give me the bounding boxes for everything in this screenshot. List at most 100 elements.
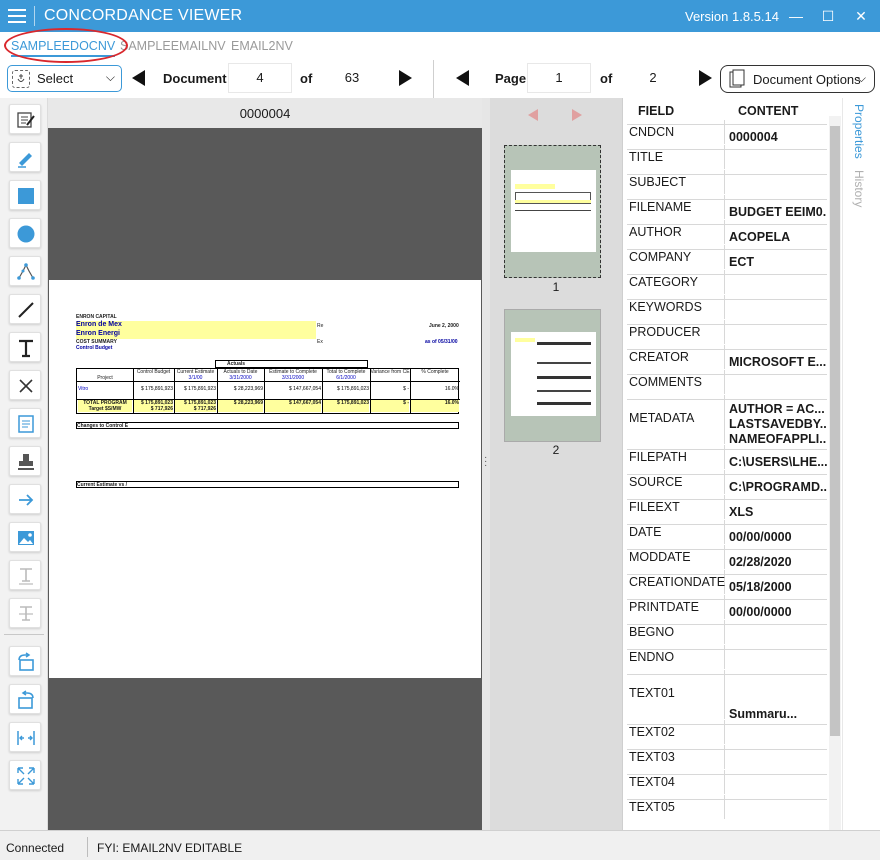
- document-viewer[interactable]: 0000004 ENRON CAPITAL Enron de Mex Enron…: [48, 98, 482, 830]
- note-icon[interactable]: [9, 408, 41, 438]
- properties-scrollbar[interactable]: [829, 116, 841, 830]
- property-field: CREATIONDATE: [629, 570, 725, 594]
- toolbar-separator: [433, 60, 434, 98]
- sheet-re: Re: [317, 323, 324, 329]
- property-content: 0000004: [729, 130, 778, 144]
- property-content: C:\USERS\LHE...: [729, 455, 827, 469]
- property-field: TEXT05: [629, 795, 725, 819]
- splitter-grip-icon: · · ·: [484, 452, 488, 471]
- pane-splitter[interactable]: · · ·: [482, 98, 490, 830]
- document-page[interactable]: ENRON CAPITAL Enron de Mex Enron Energi …: [49, 280, 481, 678]
- content-column-header: CONTENT: [738, 104, 799, 118]
- property-content: [729, 650, 827, 655]
- next-document-button[interactable]: [394, 66, 416, 90]
- previous-page-button[interactable]: [452, 66, 474, 90]
- thumbnail-panel: 1 2: [490, 98, 622, 830]
- close-button[interactable]: ✕: [851, 6, 871, 26]
- property-field: TEXT01: [629, 670, 725, 719]
- stamp-icon[interactable]: [9, 446, 41, 476]
- tab-sampleemailnv[interactable]: SAMPLEEMAILNV: [120, 39, 226, 53]
- scrollbar-thumb[interactable]: [830, 126, 840, 736]
- document-options-button[interactable]: Document Options ⌵: [720, 65, 875, 93]
- sheet-target-cell: Target $S/MW: [78, 406, 132, 412]
- sheet-data-cell: Vitro: [78, 386, 89, 392]
- property-content: [729, 325, 827, 330]
- property-field: COMMENTS: [629, 370, 725, 394]
- status-message: FYI: EMAIL2NV EDITABLE: [97, 841, 243, 855]
- document-icon: [729, 69, 745, 88]
- page-number-input[interactable]: 1: [527, 63, 591, 93]
- text-icon[interactable]: [9, 332, 41, 362]
- fit-width-icon[interactable]: [9, 722, 41, 752]
- annotate-icon[interactable]: [9, 104, 41, 134]
- maximize-button[interactable]: ☐: [818, 6, 838, 26]
- sheet-data-cell: $ -: [403, 386, 409, 392]
- polygon-icon[interactable]: [9, 256, 41, 286]
- side-tabs: Properties History: [842, 98, 880, 830]
- circle-icon[interactable]: [9, 218, 41, 248]
- sheet-data-cell: 16.0%: [444, 386, 459, 392]
- select-tool-dropdown[interactable]: Select ⌵: [7, 65, 122, 92]
- property-field: CREATOR: [629, 345, 725, 369]
- sheet-column-header: Control Budget: [136, 369, 171, 375]
- rectangle-icon[interactable]: [9, 180, 41, 210]
- navigation-toolbar: Select ⌵ Document 4 of 63 Page 1 of 2 Do…: [0, 60, 880, 98]
- property-content: 05/18/2000: [729, 580, 792, 594]
- previous-document-button[interactable]: [128, 66, 150, 90]
- property-content: ACOPELA: [729, 230, 791, 244]
- property-field: BEGNO: [629, 620, 725, 644]
- property-content: [729, 800, 827, 805]
- property-content: [729, 175, 827, 180]
- sheet-total-line: [77, 399, 460, 400]
- minimize-button[interactable]: —: [786, 6, 806, 26]
- thumb-next-icon[interactable]: [570, 108, 584, 125]
- property-row[interactable]: METADATA AUTHOR = AC... LASTSAVEDBY... NA…: [627, 395, 827, 449]
- property-field: CATEGORY: [629, 270, 725, 294]
- document-number-input[interactable]: 4: [228, 63, 292, 93]
- thumbnail-page-2[interactable]: [504, 309, 601, 442]
- arrow-icon[interactable]: [9, 484, 41, 514]
- property-content: C:\PROGRAMD...: [729, 480, 827, 494]
- property-field: TITLE: [629, 145, 725, 169]
- next-page-button[interactable]: [694, 66, 716, 90]
- fit-page-icon[interactable]: [9, 760, 41, 790]
- sheet-column-header: % Complete: [421, 369, 449, 375]
- property-field: KEYWORDS: [629, 295, 725, 319]
- page-of-label: of: [600, 71, 613, 86]
- thumbnail-page-1[interactable]: [504, 145, 601, 278]
- field-column-header: FIELD: [638, 104, 675, 118]
- hamburger-menu-icon[interactable]: [8, 9, 26, 23]
- tab-properties[interactable]: Properties: [852, 104, 866, 159]
- property-field: CNDCN: [629, 120, 725, 144]
- thumbnail-label-1: 1: [552, 280, 560, 294]
- underline-text-icon[interactable]: [9, 560, 41, 590]
- pointer-select-icon: [12, 70, 30, 88]
- sheet-ex: Ex: [317, 339, 323, 345]
- property-content: [729, 300, 827, 305]
- rotate-left-icon[interactable]: [9, 684, 41, 714]
- tab-email2nv[interactable]: EMAIL2NV: [231, 39, 293, 53]
- sheet-line3: Enron Energi: [76, 330, 120, 337]
- properties-panel: FIELD CONTENT CNDCN 0000004 TITLE SUBJECT FI…: [622, 98, 842, 830]
- page-label: Page: [495, 71, 527, 86]
- line-icon[interactable]: [9, 294, 41, 324]
- sheet-line5: Control Budget: [76, 345, 113, 351]
- chevron-down-icon: ⌵: [105, 70, 115, 84]
- property-field: FILEPATH: [629, 445, 725, 469]
- property-row[interactable]: TEXT01 Summaru...: [627, 670, 827, 724]
- page-total: 2: [621, 63, 685, 93]
- tab-history[interactable]: History: [852, 170, 866, 207]
- property-row[interactable]: TEXT05: [627, 795, 827, 824]
- highlighter-icon[interactable]: [9, 142, 41, 172]
- thumbnail-label-2: 2: [552, 443, 560, 457]
- document-of-label: of: [300, 71, 313, 86]
- image-icon[interactable]: [9, 522, 41, 552]
- rotate-right-icon[interactable]: [9, 646, 41, 676]
- property-content: [729, 625, 827, 630]
- thumb-previous-icon[interactable]: [526, 108, 540, 125]
- sheet-target-cell: [218, 406, 263, 412]
- title-separator: [34, 6, 35, 26]
- properties-table: CNDCN 0000004 TITLE SUBJECT FILENAME BUDGET E…: [627, 120, 827, 824]
- cross-icon[interactable]: [9, 370, 41, 400]
- strikethrough-text-icon[interactable]: [9, 598, 41, 628]
